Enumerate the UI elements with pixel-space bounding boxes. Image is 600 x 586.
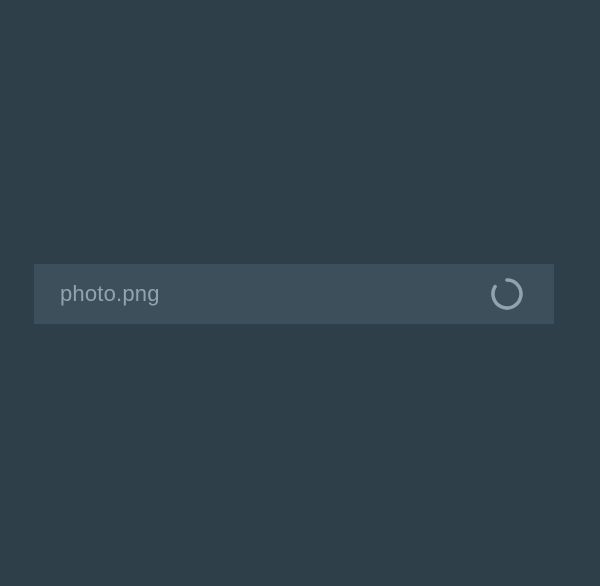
spinner-graphic (491, 278, 523, 310)
upload-screen: photo.png (0, 0, 600, 586)
upload-item: photo.png (34, 264, 554, 324)
loading-spinner-icon (489, 276, 525, 312)
file-name: photo.png (60, 281, 160, 306)
